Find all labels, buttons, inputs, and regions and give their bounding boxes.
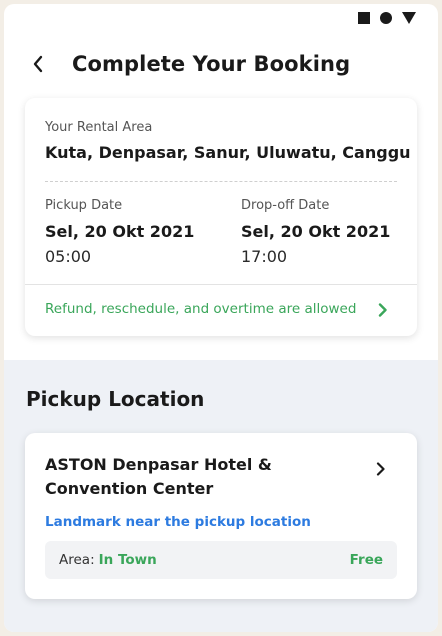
hotel-name: ASTON Denpasar Hotel & Convention Center xyxy=(45,455,272,498)
square-icon xyxy=(358,12,370,24)
status-bar xyxy=(358,12,416,24)
pickup-date-value: Sel, 20 Okt 2021 xyxy=(45,222,195,241)
pickup-location-card[interactable]: ASTON Denpasar Hotel & Convention Center… xyxy=(25,433,417,599)
dropoff-date-value: Sel, 20 Okt 2021 xyxy=(241,222,391,241)
divider xyxy=(25,284,417,285)
page-title: Complete Your Booking xyxy=(72,52,351,76)
chevron-right-icon xyxy=(378,303,387,317)
area-label: Area: In Town xyxy=(59,552,157,568)
area-info: Area: In Town Free xyxy=(45,541,397,579)
pickup-date-label: Pickup Date xyxy=(45,198,123,213)
dropoff-date-label: Drop-off Date xyxy=(241,198,330,213)
area-value: In Town xyxy=(98,552,157,568)
triangle-icon xyxy=(402,12,416,24)
policy-link[interactable]: Refund, reschedule, and overtime are all… xyxy=(45,301,356,317)
rental-area-label: Your Rental Area xyxy=(45,120,153,135)
section-title: Pickup Location xyxy=(26,387,205,411)
dashed-divider xyxy=(45,181,397,182)
page-header: Complete Your Booking xyxy=(26,52,350,76)
policy-chevron[interactable] xyxy=(373,300,393,320)
dropoff-time-value: 17:00 xyxy=(241,247,288,266)
chevron-left-icon xyxy=(33,55,43,73)
phone-screen: Complete Your Booking Your Rental Area K… xyxy=(4,4,438,632)
location-chevron[interactable] xyxy=(371,459,391,479)
back-button[interactable] xyxy=(26,52,50,76)
landmark-link[interactable]: Landmark near the pickup location xyxy=(45,514,311,530)
rental-area-value: Kuta, Denpasar, Sanur, Uluwatu, Canggu xyxy=(45,143,411,162)
price-badge: Free xyxy=(349,552,383,568)
area-label-text: Area: xyxy=(59,552,95,568)
circle-icon xyxy=(380,12,392,24)
chevron-right-icon xyxy=(376,462,385,476)
rental-summary-card: Your Rental Area Kuta, Denpasar, Sanur, … xyxy=(25,98,417,336)
pickup-time-value: 05:00 xyxy=(45,247,92,266)
